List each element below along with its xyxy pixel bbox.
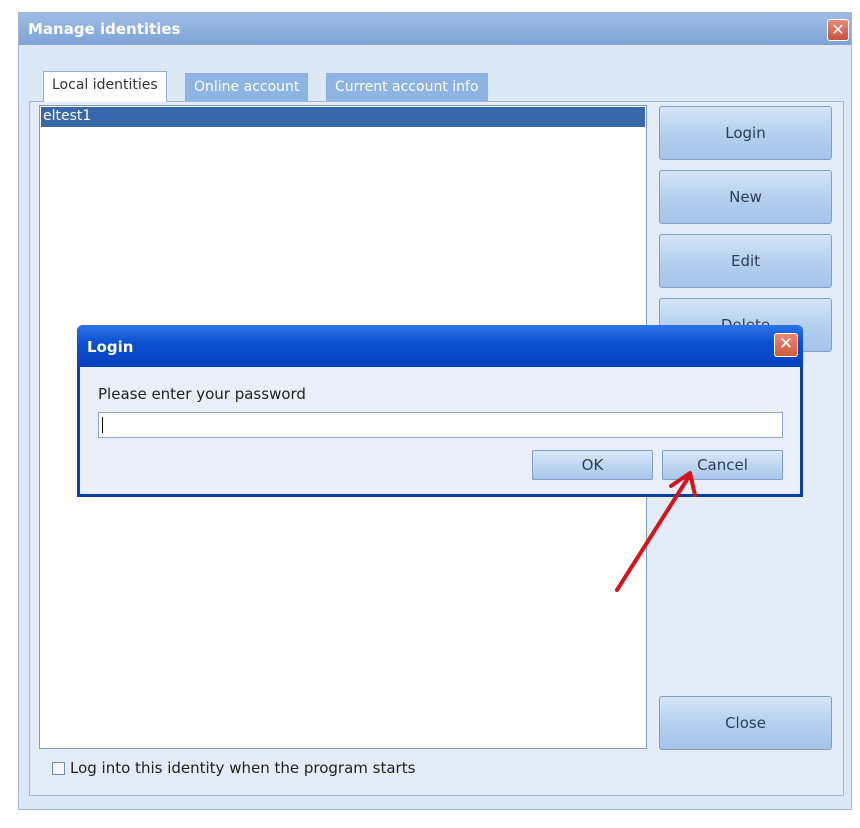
main-titlebar[interactable]: Manage identities ✕ (19, 13, 851, 45)
login-dialog-titlebar[interactable]: Login ✕ (77, 325, 803, 367)
close-icon[interactable]: ✕ (774, 333, 798, 357)
tab-local-identities[interactable]: Local identities (43, 71, 167, 102)
password-prompt: Please enter your password (98, 385, 306, 403)
cancel-button[interactable]: Cancel (662, 450, 783, 480)
close-icon[interactable]: ✕ (827, 19, 849, 41)
startup-login-checkbox-label: Log into this identity when the program … (70, 759, 416, 777)
edit-button[interactable]: Edit (659, 234, 832, 288)
close-button[interactable]: Close (659, 696, 832, 750)
login-button[interactable]: Login (659, 106, 832, 160)
text-caret (102, 417, 103, 433)
login-dialog: Login ✕ Please enter your password OK Ca… (77, 325, 803, 497)
login-dialog-title: Login (87, 338, 134, 356)
tab-online-account[interactable]: Online account (185, 73, 309, 101)
tab-current-account-info[interactable]: Current account info (326, 73, 488, 101)
startup-login-checkbox[interactable] (52, 762, 65, 775)
list-item[interactable]: eltest1 (41, 107, 645, 127)
password-input[interactable] (98, 412, 783, 438)
window-title: Manage identities (28, 20, 181, 38)
ok-button[interactable]: OK (532, 450, 653, 480)
new-button[interactable]: New (659, 170, 832, 224)
